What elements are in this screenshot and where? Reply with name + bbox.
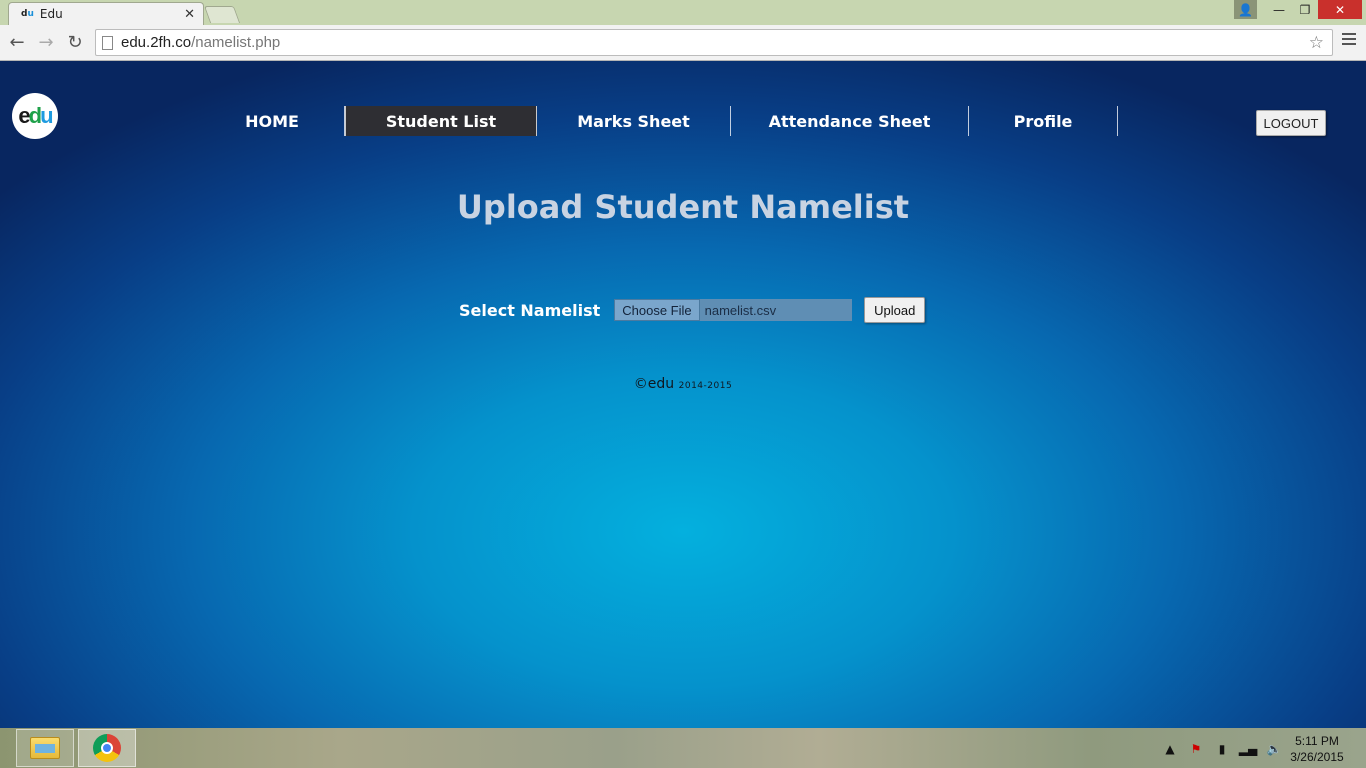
page-content: edu HOME Student List Marks Sheet Attend… [0,61,1366,728]
chrome-taskbar-button[interactable] [78,729,136,767]
reload-icon[interactable]: ↻ [64,31,86,53]
new-tab-button[interactable] [203,6,241,23]
battery-icon[interactable]: ▮ [1214,742,1230,756]
chrome-icon [93,734,121,762]
chrome-menu-icon[interactable] [1342,33,1356,48]
nav-marks-sheet[interactable]: Marks Sheet [537,106,731,136]
minimize-button[interactable]: — [1266,0,1292,19]
clock-time: 5:11 PM [1295,734,1339,748]
main-nav: HOME Student List Marks Sheet Attendance… [200,106,1118,136]
bookmark-star-icon[interactable]: ☆ [1309,33,1324,53]
logo-letter-d: d [28,103,43,128]
file-input[interactable]: Choose File namelist.csv [614,299,853,321]
upload-button[interactable]: Upload [864,297,926,323]
upload-form: Select Namelist Choose File namelist.csv… [459,297,926,323]
choose-file-button[interactable]: Choose File [614,299,700,321]
edu-logo[interactable]: edu [12,93,58,139]
favicon-icon: du [21,9,34,19]
tab-close-icon[interactable]: ✕ [184,7,195,22]
nav-student-list[interactable]: Student List [345,106,537,136]
browser-titlebar: du Edu ✕ 👤 — ❐ ✕ [0,0,1366,25]
logo-letter-e: e [18,103,30,128]
action-center-flag-icon[interactable]: ⚑ [1188,742,1204,756]
url-host: edu.2fh.co [121,34,192,51]
restore-button[interactable]: ❐ [1292,0,1318,19]
selected-file-name: namelist.csv [704,302,777,318]
network-signal-icon[interactable]: ▂▄ [1239,742,1257,756]
folder-icon [30,737,60,759]
nav-home[interactable]: HOME [200,106,345,136]
footer-years: 2014-2015 [678,381,733,391]
back-arrow-icon[interactable]: ← [6,31,28,53]
clock-date: 3/26/2015 [1290,750,1344,764]
tab-title: Edu [39,7,63,21]
select-namelist-label: Select Namelist [459,300,601,320]
taskbar-clock[interactable]: 5:11 PM 3/26/2015 [1284,733,1350,765]
address-bar[interactable]: edu.2fh.co/namelist.php ☆ [95,29,1333,56]
url-path: /namelist.php [191,34,281,51]
show-hidden-icons-icon[interactable]: ▲ [1162,742,1178,756]
file-explorer-button[interactable] [16,729,74,767]
page-title: Upload Student Namelist [456,188,910,226]
logo-letter-u: u [40,103,54,128]
page-icon [102,35,113,50]
system-tray: ▲ ⚑ ▮ ▂▄ 🔈 [1162,742,1282,756]
logout-button[interactable]: LOGOUT [1256,110,1326,136]
nav-profile[interactable]: Profile [969,106,1118,136]
forward-arrow-icon[interactable]: → [35,31,57,53]
nav-attendance-sheet[interactable]: Attendance Sheet [731,106,969,136]
footer: ©edu 2014-2015 [0,376,1366,392]
footer-brand: ©edu [633,376,675,392]
volume-icon[interactable]: 🔈 [1266,742,1282,756]
user-profile-icon[interactable]: 👤 [1234,0,1257,19]
close-window-button[interactable]: ✕ [1318,0,1362,19]
browser-toolbar: ← → ↻ edu.2fh.co/namelist.php ☆ [0,25,1366,61]
browser-tab[interactable]: du Edu ✕ [8,2,204,25]
